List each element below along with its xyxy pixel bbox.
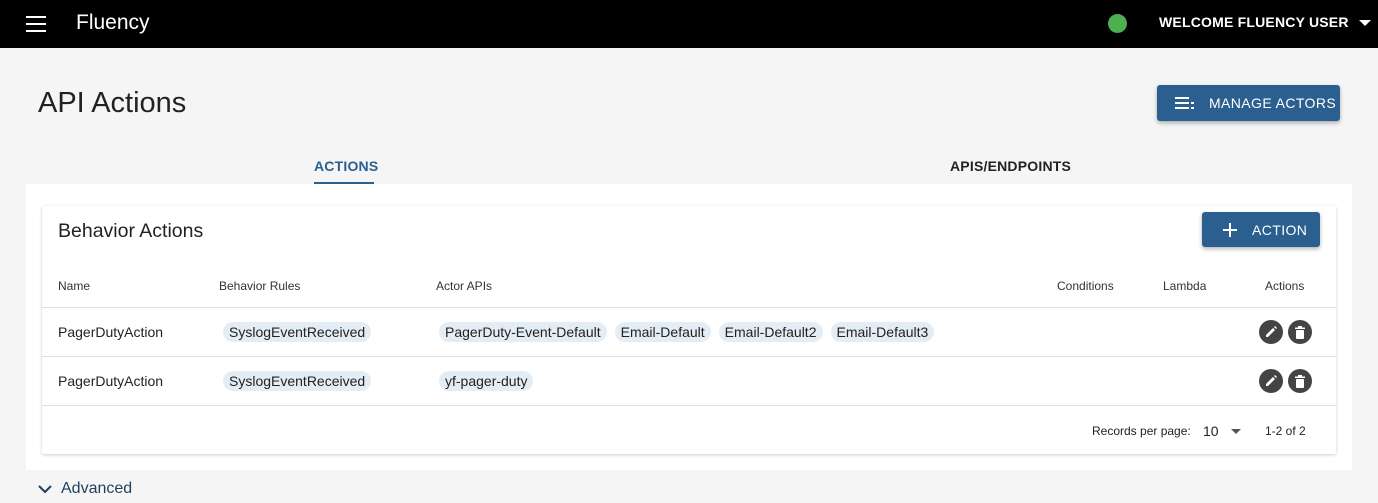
tab-actions[interactable]: ACTIONS — [314, 146, 378, 184]
caret-down-icon — [1358, 20, 1371, 26]
api-chip: Email-Default2 — [718, 322, 823, 342]
delete-button[interactable] — [1288, 369, 1312, 393]
user-menu-label: WELCOME FLUENCY USER — [1159, 14, 1349, 30]
list-icon — [1175, 96, 1195, 110]
tab-apis-endpoints[interactable]: APIS/ENDPOINTS — [950, 146, 1071, 184]
rule-chip: SyslogEventReceived — [223, 371, 372, 391]
page-title: API Actions — [38, 87, 187, 119]
caret-down-icon — [1230, 428, 1241, 434]
behavior-rules-chips: SyslogEventReceived — [223, 371, 372, 391]
actor-apis-chips: yf-pager-duty — [439, 371, 534, 391]
app-title: Fluency — [76, 11, 150, 34]
api-chip: Email-Default — [614, 322, 711, 342]
api-chip: PagerDuty-Event-Default — [439, 322, 607, 342]
column-header-behavior-rules[interactable]: Behavior Rules — [219, 279, 300, 293]
pencil-icon — [1266, 326, 1277, 337]
table-header: Name Behavior Rules Actor APIs Condition… — [42, 262, 1336, 308]
rule-chip: SyslogEventReceived — [223, 322, 372, 342]
user-menu-button[interactable]: WELCOME FLUENCY USER — [1159, 14, 1371, 30]
delete-button[interactable] — [1288, 320, 1312, 344]
pagination-range: 1-2 of 2 — [1265, 424, 1306, 438]
actions-table: Name Behavior Rules Actor APIs Condition… — [42, 262, 1336, 406]
add-action-button[interactable]: ACTION — [1202, 212, 1320, 247]
tab-panel: Behavior Actions Name Behavior Rules Act… — [26, 184, 1352, 470]
advanced-label: Advanced — [61, 480, 133, 497]
top-app-bar: Fluency WELCOME FLUENCY USER — [0, 0, 1378, 48]
column-header-actions: Actions — [1265, 279, 1305, 293]
manage-actors-label: MANAGE ACTORS — [1209, 95, 1337, 111]
pencil-icon — [1266, 375, 1277, 386]
records-per-page-value: 10 — [1203, 423, 1219, 439]
table-row[interactable]: PagerDutyAction SyslogEventReceived yf-p… — [42, 357, 1336, 406]
advanced-expander[interactable]: Advanced — [38, 480, 132, 498]
chevron-down-icon — [38, 484, 52, 493]
records-per-page-select[interactable]: 10 — [1203, 420, 1249, 442]
row-name: PagerDutyAction — [58, 373, 164, 389]
menu-icon[interactable] — [26, 16, 46, 32]
column-header-name[interactable]: Name — [58, 279, 90, 293]
column-header-conditions[interactable]: Conditions — [1057, 279, 1114, 293]
table-row[interactable]: PagerDutyAction SyslogEventReceived Page… — [42, 308, 1336, 357]
api-chip: yf-pager-duty — [439, 371, 534, 391]
actor-apis-chips: PagerDuty-Event-Default Email-Default Em… — [439, 322, 935, 342]
table-pagination: Records per page: 10 1-2 of 2 — [42, 406, 1336, 454]
api-chip: Email-Default3 — [830, 322, 935, 342]
trash-icon — [1295, 325, 1305, 339]
tab-bar: ACTIONS APIS/ENDPOINTS — [26, 146, 1352, 184]
edit-button[interactable] — [1259, 369, 1283, 393]
column-header-lambda[interactable]: Lambda — [1163, 279, 1206, 293]
row-name: PagerDutyAction — [58, 324, 164, 340]
manage-actors-button[interactable]: MANAGE ACTORS — [1157, 85, 1340, 121]
trash-icon — [1295, 374, 1305, 388]
status-dot-icon — [1108, 14, 1127, 33]
card-title: Behavior Actions — [58, 220, 204, 242]
behavior-rules-chips: SyslogEventReceived — [223, 322, 372, 342]
records-per-page-label: Records per page: — [1092, 424, 1191, 438]
edit-button[interactable] — [1259, 320, 1283, 344]
plus-icon — [1222, 222, 1238, 238]
column-header-actor-apis[interactable]: Actor APIs — [436, 279, 492, 293]
add-action-label: ACTION — [1252, 221, 1308, 238]
behavior-actions-card: Behavior Actions Name Behavior Rules Act… — [42, 206, 1336, 454]
